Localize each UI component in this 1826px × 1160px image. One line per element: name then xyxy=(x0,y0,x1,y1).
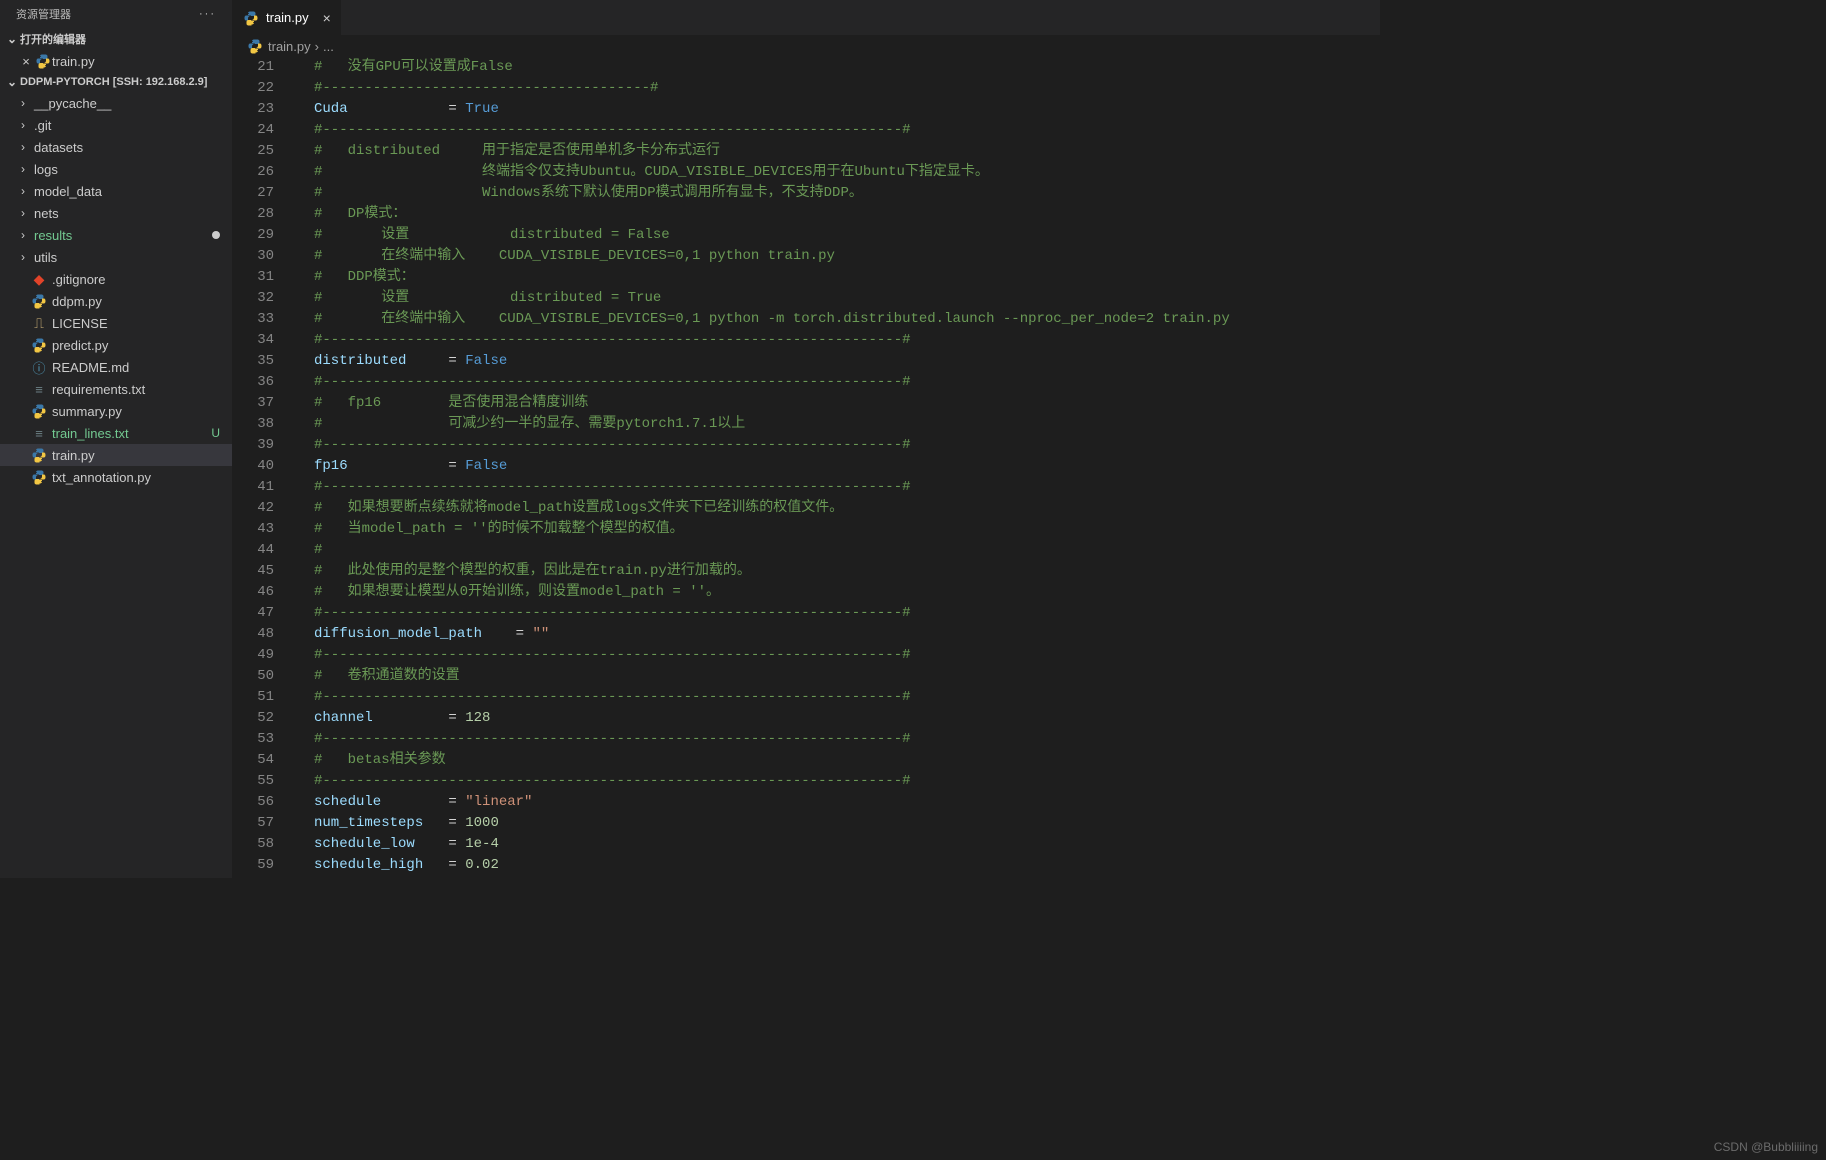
folder-item[interactable]: › results xyxy=(0,224,232,246)
explorer-more-button[interactable]: ··· xyxy=(195,6,220,22)
file-item[interactable]: ⓘ README.md xyxy=(0,356,232,378)
python-icon xyxy=(30,469,48,485)
folder-label: model_data xyxy=(34,184,102,199)
breadcrumb[interactable]: train.py › ... xyxy=(232,35,1380,57)
info-icon: ⓘ xyxy=(30,358,48,377)
folder-label: nets xyxy=(34,206,59,221)
file-label: README.md xyxy=(52,360,129,375)
file-item[interactable]: ddpm.py xyxy=(0,290,232,312)
file-label: requirements.txt xyxy=(52,382,145,397)
file-item[interactable]: ≡ requirements.txt xyxy=(0,378,232,400)
python-icon xyxy=(30,403,48,419)
file-item[interactable]: ≡ train_lines.txt U xyxy=(0,422,232,444)
file-item[interactable]: txt_annotation.py xyxy=(0,466,232,488)
folder-item[interactable]: › __pycache__ xyxy=(0,92,232,114)
code-content[interactable]: # 没有GPU可以设置成False#----------------------… xyxy=(294,57,1380,878)
file-label: .gitignore xyxy=(52,272,105,287)
chevron-right-icon: › xyxy=(315,39,319,54)
folder-item[interactable]: › logs xyxy=(0,158,232,180)
python-icon xyxy=(30,293,48,309)
chevron-right-icon: › xyxy=(16,162,30,176)
git-icon: ◆ xyxy=(30,271,48,288)
chevron-right-icon: › xyxy=(16,118,30,132)
folder-item[interactable]: › utils xyxy=(0,246,232,268)
open-editor-label: train.py xyxy=(52,54,95,69)
workspace-label: DDPM-PYTORCH [SSH: 192.168.2.9] xyxy=(20,76,207,88)
tab-train-py[interactable]: train.py × xyxy=(232,0,342,35)
open-editors-header[interactable]: ⌄ 打开的编辑器 xyxy=(0,28,232,50)
folder-item[interactable]: › .git xyxy=(0,114,232,136)
folder-label: .git xyxy=(34,118,51,133)
python-icon xyxy=(246,38,264,54)
chevron-right-icon: › xyxy=(16,228,30,242)
folder-label: __pycache__ xyxy=(34,96,111,111)
file-tree: › __pycache__ › .git › datasets › logs › model_da… xyxy=(0,92,232,488)
editor-column: train.py × train.py › ... 21222324252627… xyxy=(232,0,1380,878)
folder-item[interactable]: › nets xyxy=(0,202,232,224)
breadcrumb-tail: ... xyxy=(323,39,334,54)
python-icon xyxy=(242,10,260,26)
folder-label: datasets xyxy=(34,140,83,155)
open-editor-item[interactable]: × train.py xyxy=(0,50,232,72)
file-label: train.py xyxy=(52,448,95,463)
workspace-header[interactable]: ⌄ DDPM-PYTORCH [SSH: 192.168.2.9] xyxy=(0,72,232,92)
explorer-title: 资源管理器 xyxy=(16,6,71,22)
file-label: predict.py xyxy=(52,338,108,353)
chevron-down-icon: ⌄ xyxy=(4,75,20,89)
code-editor[interactable]: 2122232425262728293031323334353637383940… xyxy=(232,57,1380,878)
watermark: CSDN @Bubbliiiing xyxy=(1714,1140,1818,1154)
folder-item[interactable]: › model_data xyxy=(0,180,232,202)
chevron-down-icon: ⌄ xyxy=(4,32,20,46)
chevron-right-icon: › xyxy=(16,250,30,264)
file-label: txt_annotation.py xyxy=(52,470,151,485)
open-editors-label: 打开的编辑器 xyxy=(20,31,86,47)
file-item[interactable]: ◆ .gitignore xyxy=(0,268,232,290)
python-icon xyxy=(30,337,48,353)
breadcrumb-file: train.py xyxy=(268,39,311,54)
line-number-gutter: 2122232425262728293031323334353637383940… xyxy=(232,57,294,878)
chevron-right-icon: › xyxy=(16,96,30,110)
file-label: LICENSE xyxy=(52,316,108,331)
file-label: train_lines.txt xyxy=(52,426,129,441)
license-icon: ⎍ xyxy=(30,315,48,332)
file-item[interactable]: predict.py xyxy=(0,334,232,356)
folder-item[interactable]: › datasets xyxy=(0,136,232,158)
file-item[interactable]: ⎍ LICENSE xyxy=(0,312,232,334)
file-label: ddpm.py xyxy=(52,294,102,309)
folder-label: logs xyxy=(34,162,58,177)
close-icon[interactable]: × xyxy=(323,10,331,26)
chevron-right-icon: › xyxy=(16,184,30,198)
txt-icon: ≡ xyxy=(30,426,48,441)
open-editors-list: × train.py xyxy=(0,50,232,72)
file-item[interactable]: summary.py xyxy=(0,400,232,422)
folder-label: results xyxy=(34,228,72,243)
tab-bar: train.py × xyxy=(232,0,1380,35)
folder-label: utils xyxy=(34,250,57,265)
chevron-right-icon: › xyxy=(16,140,30,154)
git-status-badge: U xyxy=(211,426,220,440)
txt-icon: ≡ xyxy=(30,382,48,397)
python-icon xyxy=(34,53,52,69)
file-label: summary.py xyxy=(52,404,122,419)
tab-label: train.py xyxy=(266,10,309,25)
python-icon xyxy=(30,447,48,463)
chevron-right-icon: › xyxy=(16,206,30,220)
close-icon[interactable]: × xyxy=(18,54,34,69)
explorer-sidebar: 资源管理器 ··· ⌄ 打开的编辑器 × train.py ⌄ DDPM-PYTO… xyxy=(0,0,232,878)
file-item[interactable]: train.py xyxy=(0,444,232,466)
modified-dot-icon xyxy=(212,231,220,239)
explorer-header: 资源管理器 ··· xyxy=(0,0,232,28)
